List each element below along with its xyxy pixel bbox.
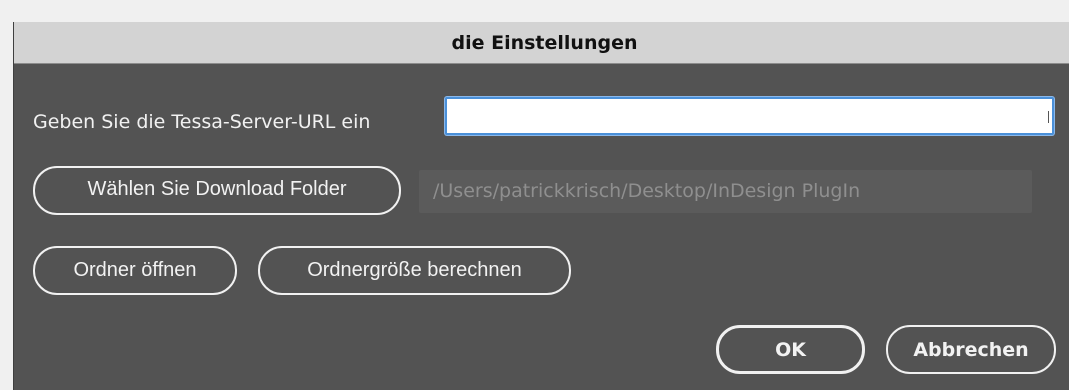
dialog-title: die Einstellungen	[451, 31, 638, 54]
settings-dialog: die Einstellungen Geben Sie die Tessa-Se…	[13, 22, 1069, 390]
dialog-titlebar[interactable]: die Einstellungen	[14, 22, 1069, 64]
server-url-input[interactable]	[445, 97, 1054, 135]
choose-download-folder-button[interactable]: Wählen Sie Download Folder	[33, 166, 401, 215]
calculate-folder-size-button[interactable]: Ordnergröße berechnen	[258, 246, 571, 295]
open-folder-button[interactable]: Ordner öffnen	[33, 246, 237, 295]
server-url-label: Geben Sie die Tessa-Server-URL ein	[33, 111, 371, 133]
ok-button[interactable]: OK	[716, 325, 865, 374]
text-cursor	[1048, 111, 1049, 123]
cancel-button[interactable]: Abbrechen	[886, 325, 1056, 374]
download-folder-path: /Users/patrickkrisch/Desktop/InDesign Pl…	[419, 170, 1032, 213]
